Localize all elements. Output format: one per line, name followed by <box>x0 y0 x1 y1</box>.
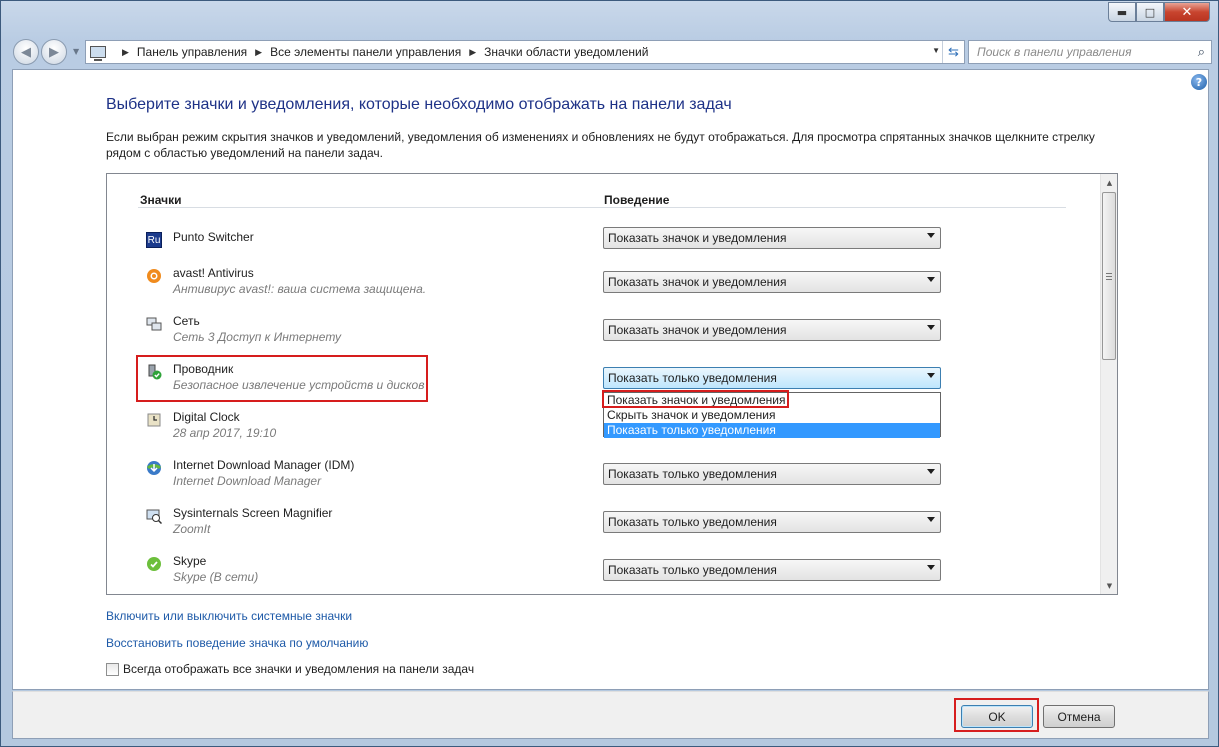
dialog-footer: OK Отмена <box>12 691 1209 739</box>
close-button[interactable]: ✕ <box>1164 2 1210 22</box>
app-subtitle: Сеть 3 Доступ к Интернету <box>173 330 342 344</box>
page-title: Выберите значки и уведомления, которые н… <box>106 96 732 113</box>
highlight-box-option <box>602 390 789 408</box>
list-item: avast! Antivirus Антивирус avast!: ваша … <box>138 264 468 304</box>
help-icon[interactable]: ? <box>1191 74 1207 90</box>
clock-icon <box>146 412 162 428</box>
maximize-button[interactable]: □ <box>1136 2 1164 22</box>
behavior-dropdown[interactable]: Показать только уведомления <box>603 511 941 533</box>
breadcrumb-all-items[interactable]: Все элементы панели управления <box>270 45 461 59</box>
highlight-box-explorer <box>136 355 428 402</box>
behavior-dropdown-open[interactable]: Показать только уведомления <box>603 367 941 389</box>
dropdown-arrow-icon <box>927 373 935 378</box>
chevron-right-icon[interactable]: ▶ <box>469 47 476 58</box>
app-name: Internet Download Manager (IDM) <box>173 458 355 472</box>
app-name: Punto Switcher <box>173 230 254 244</box>
page-description: Если выбран режим скрытия значков и увед… <box>106 130 1095 160</box>
app-name: Sysinternals Screen Magnifier <box>173 506 333 520</box>
scroll-up-icon[interactable]: ▲ <box>1101 174 1117 191</box>
app-name: Digital Clock <box>173 410 240 424</box>
recent-pages-dropdown-icon[interactable]: ▼ <box>73 47 79 56</box>
breadcrumb-notification-icons[interactable]: Значки области уведомлений <box>484 45 648 59</box>
list-item: Digital Clock 28 апр 2017, 19:10 <box>138 408 468 448</box>
refresh-icon[interactable]: ⇆ <box>942 41 964 63</box>
column-header-behavior: Поведение <box>604 193 670 207</box>
cancel-button[interactable]: Отмена <box>1043 705 1115 728</box>
app-name: Сеть <box>173 314 200 328</box>
restore-defaults-link[interactable]: Восстановить поведение значка по умолчан… <box>106 636 368 650</box>
dropdown-arrow-icon <box>927 233 935 238</box>
back-button[interactable]: ◀ <box>13 39 39 65</box>
dropdown-arrow-icon <box>927 325 935 330</box>
behavior-dropdown[interactable]: Показать только уведомления <box>603 559 941 581</box>
scroll-down-icon[interactable]: ▼ <box>1101 577 1117 594</box>
column-header-icons: Значки <box>140 193 182 207</box>
behavior-value: Показать значок и уведомления <box>608 323 787 337</box>
address-dropdown-icon[interactable]: ▼ <box>932 46 940 55</box>
skype-icon <box>146 556 162 572</box>
highlight-box-ok <box>954 698 1039 732</box>
list-item: Ru Punto Switcher <box>138 228 468 268</box>
breadcrumb-control-panel[interactable]: Панель управления <box>137 45 247 59</box>
punto-switcher-icon: Ru <box>146 232 162 248</box>
list-item: Skype Skype (В сети) <box>138 552 468 592</box>
content-panel: ? Выберите значки и уведомления, которые… <box>12 69 1209 690</box>
always-show-all-row: Всегда отображать все значки и уведомлен… <box>106 662 474 676</box>
list-item: Internet Download Manager (IDM) Internet… <box>138 456 468 496</box>
app-name: avast! Antivirus <box>173 266 254 280</box>
control-panel-icon <box>90 46 106 61</box>
zoomit-icon <box>146 508 162 524</box>
behavior-dropdown[interactable]: Показать только уведомления <box>603 463 941 485</box>
search-icon[interactable]: ⌕ <box>1198 44 1205 60</box>
behavior-value: Показать только уведомления <box>608 371 777 385</box>
caption-buttons: ▬ □ ✕ <box>1108 2 1210 22</box>
header-divider <box>138 207 1066 208</box>
idm-icon <box>146 460 162 476</box>
app-subtitle: Internet Download Manager <box>173 474 322 488</box>
app-subtitle: 28 апр 2017, 19:10 <box>173 426 277 440</box>
app-subtitle: ZoomIt <box>173 522 211 536</box>
behavior-value: Показать значок и уведомления <box>608 275 787 289</box>
chevron-right-icon[interactable]: ▶ <box>122 47 129 58</box>
list-item: Сеть Сеть 3 Доступ к Интернету <box>138 312 468 352</box>
address-bar[interactable]: ▶ Панель управления ▶ Все элементы панел… <box>85 40 965 64</box>
grip-icon <box>1106 273 1112 280</box>
punto-switcher-badge: Ru <box>147 234 161 246</box>
list-item: Sysinternals Screen Magnifier ZoomIt <box>138 504 468 544</box>
control-panel-window: ▬ □ ✕ ◀ ▶ ▼ ▶ Панель управления ▶ Все эл… <box>0 0 1219 747</box>
behavior-dropdown[interactable]: Показать значок и уведомления <box>603 319 941 341</box>
dropdown-arrow-icon <box>927 277 935 282</box>
chevron-right-icon[interactable]: ▶ <box>255 47 262 58</box>
dropdown-arrow-icon <box>927 517 935 522</box>
dropdown-arrow-icon <box>927 565 935 570</box>
app-subtitle: Антивирус avast!: ваша система защищена. <box>173 282 427 296</box>
scrollbar-thumb[interactable] <box>1102 192 1116 360</box>
option-only-notifications[interactable]: Показать только уведомления <box>604 423 940 438</box>
system-icons-link[interactable]: Включить или выключить системные значки <box>106 609 352 623</box>
behavior-dropdown[interactable]: Показать значок и уведомления <box>603 227 941 249</box>
app-name: Skype <box>173 554 207 568</box>
network-icon <box>146 316 162 332</box>
app-subtitle: Skype (В сети) <box>173 570 259 584</box>
search-input[interactable]: Поиск в панели управления ⌕ <box>968 40 1212 64</box>
behavior-dropdown[interactable]: Показать значок и уведомления <box>603 271 941 293</box>
search-placeholder: Поиск в панели управления <box>977 45 1132 59</box>
forward-button[interactable]: ▶ <box>41 39 67 65</box>
behavior-value: Показать только уведомления <box>608 515 777 529</box>
dropdown-arrow-icon <box>927 469 935 474</box>
always-show-all-checkbox[interactable] <box>106 662 119 676</box>
navigation-bar: ◀ ▶ ▼ ▶ Панель управления ▶ Все элементы… <box>9 37 1212 67</box>
notification-icons-list: Значки Поведение Ru Punto Switcher Показ… <box>106 173 1118 595</box>
always-show-all-label[interactable]: Всегда отображать все значки и уведомлен… <box>123 662 474 676</box>
avast-icon <box>146 268 162 284</box>
behavior-value: Показать только уведомления <box>608 563 777 577</box>
option-hide-icon-and-notifications[interactable]: Скрыть значок и уведомления <box>604 408 940 423</box>
behavior-value: Показать значок и уведомления <box>608 231 787 245</box>
behavior-value: Показать только уведомления <box>608 467 777 481</box>
vertical-scrollbar[interactable]: ▲ ▼ <box>1100 174 1117 594</box>
minimize-button[interactable]: ▬ <box>1108 2 1136 22</box>
